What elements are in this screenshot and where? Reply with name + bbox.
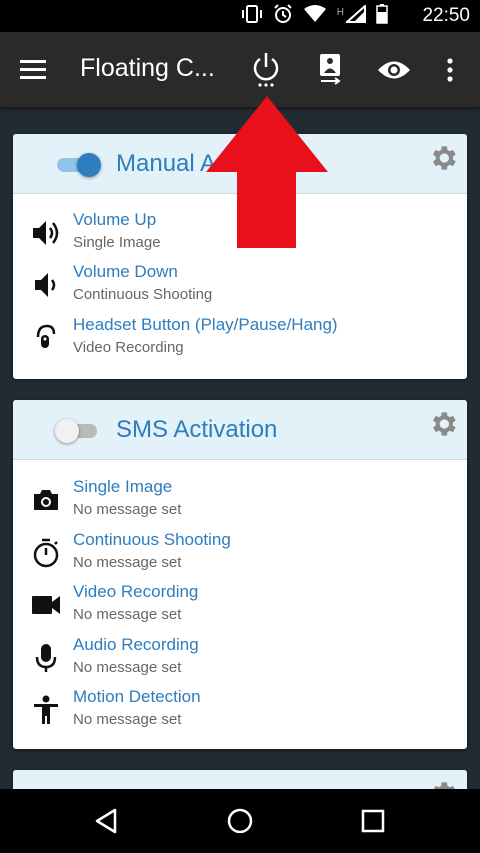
red-arrow-indicator: [206, 96, 328, 248]
item-subtitle: No message set: [73, 659, 182, 676]
item-title: Video Recording: [73, 582, 199, 601]
status-time: 22:50: [422, 5, 470, 26]
item-subtitle: No message set: [73, 711, 182, 728]
recents-icon[interactable]: [353, 803, 393, 839]
item-title: Single Image: [73, 477, 173, 496]
status-icons: H: [241, 3, 388, 29]
home-icon[interactable]: [220, 803, 260, 839]
eye-icon[interactable]: [374, 50, 414, 90]
list-item[interactable]: Motion Detection No message set: [13, 683, 467, 735]
camera-switch-icon[interactable]: [310, 50, 350, 90]
item-subtitle: No message set: [73, 606, 182, 623]
menu-icon[interactable]: [20, 54, 56, 86]
list-item[interactable]: Headset Button (Play/Pause/Hang) Video R…: [13, 311, 467, 363]
network-type-label: H: [336, 6, 344, 18]
power-icon[interactable]: [246, 50, 286, 90]
back-icon[interactable]: [86, 803, 126, 839]
alarm-icon: [273, 3, 293, 29]
person-icon: [30, 694, 62, 726]
item-title: Audio Recording: [73, 635, 199, 654]
mic-icon: [30, 642, 62, 674]
navigation-bar: [0, 789, 480, 853]
list-item[interactable]: Continuous Shooting No message set: [13, 526, 467, 578]
list-item[interactable]: Single Image No message set: [13, 473, 467, 525]
gear-icon[interactable]: [427, 142, 459, 174]
gear-icon[interactable]: [427, 408, 459, 440]
sms-activation-toggle[interactable]: [55, 418, 99, 443]
app-title: Floating C...: [80, 54, 215, 82]
item-subtitle: No message set: [73, 554, 182, 571]
videocam-icon: [30, 589, 62, 621]
list-item[interactable]: Video Recording No message set: [13, 578, 467, 630]
item-title: Headset Button (Play/Pause/Hang): [73, 315, 338, 334]
item-subtitle: Single Image: [73, 234, 161, 251]
volume-up-icon: [30, 217, 62, 249]
headset-icon: [30, 322, 62, 354]
item-title: Volume Down: [73, 262, 178, 281]
status-bar: H 22:50: [0, 0, 480, 32]
timer-icon: [30, 537, 62, 569]
card-header: SMS Activation: [13, 400, 467, 460]
vibrate-icon: [241, 4, 263, 29]
list-item[interactable]: Audio Recording No message set: [13, 631, 467, 683]
item-subtitle: No message set: [73, 501, 182, 518]
volume-down-icon: [30, 269, 62, 301]
sms-activation-card: SMS Activation Single Image No message s…: [13, 400, 467, 749]
wifi-icon: [303, 4, 327, 28]
item-title: Volume Up: [73, 210, 157, 229]
manual-activation-toggle[interactable]: [55, 152, 101, 177]
item-subtitle: Video Recording: [73, 339, 184, 356]
camera-icon: [30, 484, 62, 516]
battery-icon: [376, 3, 388, 29]
list-item[interactable]: Volume Down Continuous Shooting: [13, 258, 467, 310]
more-vert-icon[interactable]: [430, 50, 470, 90]
signal-icon: [344, 3, 366, 28]
item-subtitle: Continuous Shooting: [73, 286, 213, 303]
item-title: Continuous Shooting: [73, 530, 231, 549]
card-title: SMS Activation: [116, 416, 278, 443]
item-title: Motion Detection: [73, 687, 201, 706]
